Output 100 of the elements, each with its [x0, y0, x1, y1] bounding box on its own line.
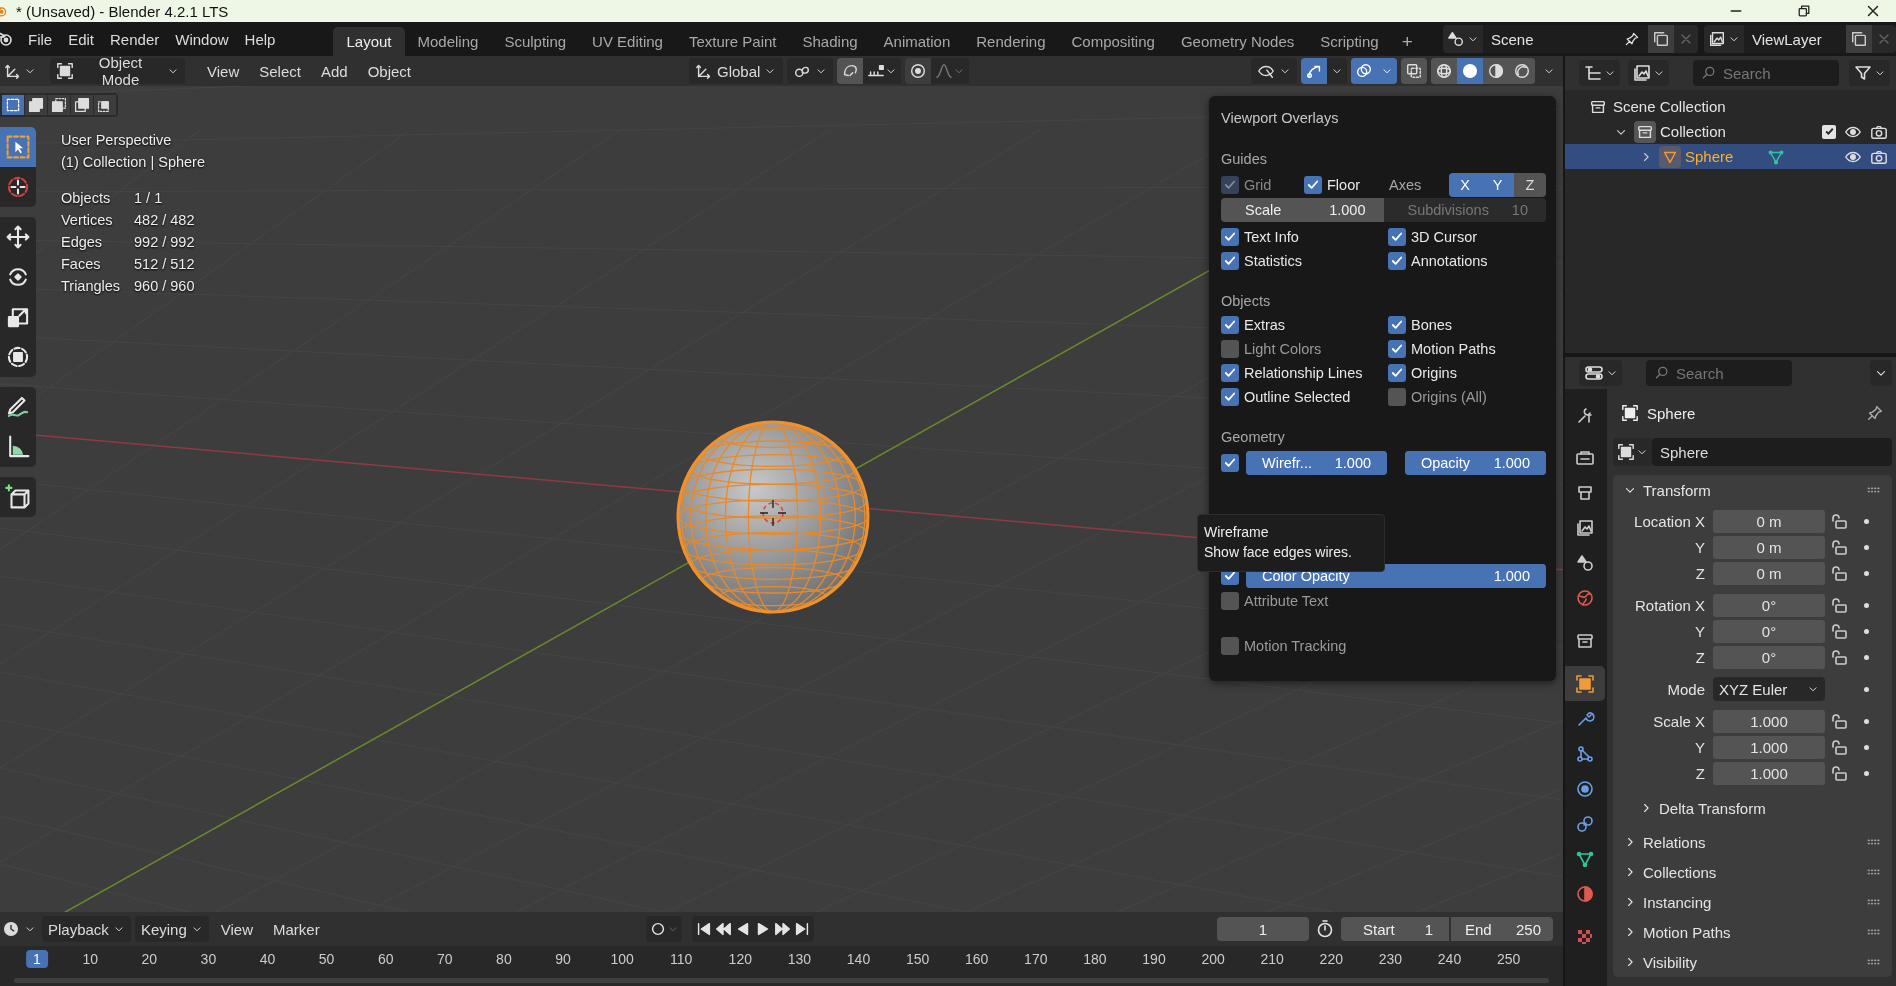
menu-item[interactable]: Add	[312, 62, 356, 80]
menu-dropdown[interactable]: Keying	[134, 916, 209, 942]
lock-icon[interactable]	[1829, 511, 1849, 531]
overlays-toggle[interactable]	[1351, 58, 1377, 84]
lock-icon[interactable]	[1829, 563, 1849, 583]
copy-icon[interactable]	[1850, 30, 1868, 48]
object-browse-dropdown[interactable]	[1613, 438, 1652, 466]
select-tool-button[interactable]	[0, 127, 36, 167]
scene-type-dropdown[interactable]	[1443, 25, 1483, 53]
menu-item[interactable]: Select	[251, 62, 309, 80]
workspace-tab[interactable]: Compositing	[1058, 27, 1168, 56]
lock-icon[interactable]	[1829, 621, 1849, 641]
keyframe-dot-icon[interactable]	[1863, 744, 1869, 750]
workspace-tab[interactable]: Geometry Nodes	[1167, 27, 1308, 56]
number-field[interactable]: 1.000	[1713, 735, 1825, 759]
workspace-tab[interactable]: Sculpting	[491, 27, 580, 56]
outliner-row[interactable]: Scene Collection	[1565, 94, 1896, 119]
number-field[interactable]: 0°	[1713, 593, 1825, 617]
outliner-row[interactable]: Collection	[1565, 119, 1896, 144]
mode-dropdown[interactable]: XYZ Euler	[1713, 677, 1825, 701]
number-field[interactable]: 0 m	[1713, 509, 1825, 533]
menu-item[interactable]: Render	[102, 30, 168, 48]
stopwatch-icon[interactable]	[1315, 919, 1335, 939]
lock-icon[interactable]	[1829, 711, 1849, 731]
view-layer-filter-dropdown[interactable]	[1628, 60, 1669, 86]
number-field[interactable]: 1.000	[1713, 761, 1825, 785]
mode-dropdown[interactable]: Object Mode	[50, 58, 185, 84]
lock-icon[interactable]	[1829, 537, 1849, 557]
overlay-checkbox[interactable]: Floor	[1304, 173, 1389, 196]
overlay-checkbox[interactable]: Attribute Text	[1221, 589, 1329, 612]
menu-item[interactable]: View	[199, 62, 248, 80]
wireframe-slider[interactable]: Wirefr... 1.000	[1246, 450, 1388, 475]
scene-field[interactable]: Scene	[1483, 25, 1648, 53]
lock-icon[interactable]	[1829, 595, 1849, 615]
lock-icon[interactable]	[1829, 737, 1849, 757]
number-field[interactable]: 0°	[1713, 645, 1825, 669]
panel-header[interactable]: Relations	[1613, 827, 1892, 857]
panel-header[interactable]: Transform	[1613, 475, 1892, 505]
axis-toggle[interactable]: X	[1449, 172, 1482, 197]
options-dropdown[interactable]	[1870, 360, 1892, 386]
workspace-tab[interactable]: Modeling	[404, 27, 492, 56]
view-layer-field[interactable]: ViewLayer	[1744, 25, 1846, 53]
menu-item[interactable]: File	[20, 30, 61, 48]
editor-type-dropdown[interactable]	[1579, 360, 1622, 386]
workspace-tab[interactable]: Layout	[333, 27, 405, 56]
menu-item[interactable]: Window	[167, 30, 237, 48]
overlay-checkbox[interactable]: Text Info	[1221, 226, 1388, 248]
visibility-dropdown[interactable]	[1251, 58, 1297, 84]
restore-icon[interactable]	[1796, 3, 1812, 19]
keyframe-dot-icon[interactable]	[1863, 770, 1869, 776]
opacity-slider[interactable]: Opacity 1.000	[1404, 450, 1546, 475]
overlay-checkbox[interactable]: Origins	[1388, 362, 1546, 384]
overlay-checkbox[interactable]: Motion Paths	[1388, 338, 1546, 360]
workspace-tab[interactable]: UV Editing	[579, 27, 676, 56]
overlay-checkbox[interactable]: Origins (All)	[1388, 386, 1546, 408]
outliner-row[interactable]: Sphere	[1565, 144, 1896, 169]
object-tab[interactable]	[1565, 666, 1605, 701]
panel-header[interactable]: Collections	[1613, 857, 1892, 887]
overlay-checkbox[interactable]: Statistics	[1221, 250, 1388, 272]
exclude-checkbox[interactable]	[1822, 124, 1836, 139]
keyframe-dot-icon[interactable]	[1863, 718, 1869, 724]
view-layer-type-dropdown[interactable]	[1704, 25, 1744, 53]
object-name-field[interactable]: Sphere	[1652, 438, 1892, 466]
overlay-checkbox[interactable]: Light Colors	[1221, 338, 1388, 360]
lock-icon[interactable]	[1829, 763, 1849, 783]
number-field[interactable]: 1.000	[1713, 709, 1825, 733]
next-keyframe-icon[interactable]	[773, 920, 793, 938]
subpanel-header[interactable]: Delta Transform	[1613, 793, 1892, 823]
mesh-data-icon[interactable]	[1767, 147, 1786, 166]
keyframe-dot-icon[interactable]	[1863, 518, 1869, 524]
current-frame-field[interactable]: 1	[1217, 917, 1309, 941]
select-mode-button[interactable]	[71, 95, 93, 115]
scale-field[interactable]: Scale 1.000	[1221, 197, 1384, 222]
keyframe-dot-icon[interactable]	[1863, 654, 1869, 660]
wireframe-checkbox[interactable]	[1221, 451, 1239, 474]
copy-icon[interactable]	[1652, 30, 1670, 48]
menu-item[interactable]: Object	[359, 62, 419, 80]
select-mode-button[interactable]	[25, 95, 47, 115]
overlay-checkbox[interactable]: Annotations	[1388, 250, 1546, 272]
workspace-tab[interactable]: Texture Paint	[675, 27, 790, 56]
workspace-tab[interactable]: Scripting	[1307, 27, 1392, 56]
workspace-tab[interactable]: Shading	[789, 27, 871, 56]
xray-toggle[interactable]	[1401, 58, 1427, 84]
panel-header[interactable]: Motion Paths	[1613, 917, 1892, 947]
overlay-checkbox[interactable]: 3D Cursor	[1388, 226, 1546, 248]
jump-end-icon[interactable]	[793, 920, 811, 938]
number-field[interactable]: 0 m	[1713, 561, 1825, 585]
gizmo-toggle[interactable]	[1301, 58, 1327, 84]
snap-toggle[interactable]	[837, 58, 863, 84]
scrollbar[interactable]	[14, 977, 1549, 983]
overlay-checkbox[interactable]: Motion Tracking	[1221, 634, 1347, 657]
overlay-checkbox[interactable]: Extras	[1221, 314, 1388, 336]
menu-dropdown[interactable]: Playback	[42, 916, 131, 942]
number-field[interactable]: 0 m	[1713, 535, 1825, 559]
display-mode-dropdown[interactable]	[1579, 60, 1620, 86]
filter-dropdown[interactable]	[1849, 60, 1890, 86]
search-field[interactable]: Search	[1693, 60, 1839, 86]
select-mode-button[interactable]	[48, 95, 70, 115]
menu-item[interactable]: Help	[236, 30, 284, 48]
panel-header[interactable]: Instancing	[1613, 887, 1892, 917]
